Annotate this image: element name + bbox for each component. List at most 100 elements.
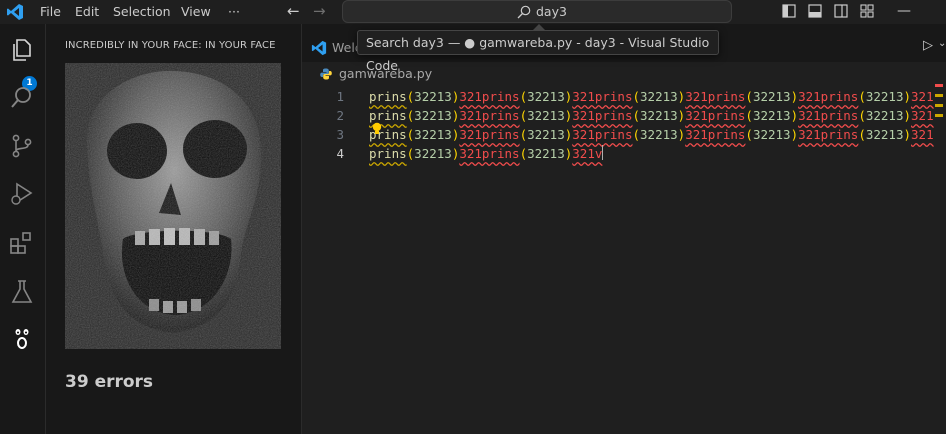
customize-layout-icon[interactable] xyxy=(860,4,874,18)
menu-selection[interactable]: Selection xyxy=(113,0,171,24)
extensions-icon[interactable] xyxy=(8,230,36,258)
code-token-paren: ( xyxy=(858,108,866,123)
code-token-number: 32213 xyxy=(414,89,452,104)
menu-view[interactable]: View xyxy=(181,0,211,24)
title-bar: File Edit Selection View ··· ← → day3 — xyxy=(0,0,946,24)
code-token-error: 321prins xyxy=(459,146,520,161)
code-token-paren: ( xyxy=(519,89,528,104)
code-token-error: 321prins xyxy=(459,89,520,104)
side-bar: INCREDIBLY IN YOUR FACE: IN YOUR FACE 39… xyxy=(46,24,302,434)
menu-edit[interactable]: Edit xyxy=(75,0,99,24)
code-token-number: 32213 xyxy=(752,127,791,142)
code-token-paren: ) xyxy=(790,127,799,142)
code-token-number: 32213 xyxy=(640,127,678,142)
code-line[interactable]: 4 prins(32213)321prins(32213)321v xyxy=(302,144,946,163)
code-line[interactable]: 3 prins(32213)321prins(32213)321prins(322… xyxy=(302,125,946,144)
search-icon xyxy=(517,5,531,19)
code-token-paren: ( xyxy=(745,108,753,123)
toggle-panel-icon[interactable] xyxy=(808,4,822,18)
line-number: 1 xyxy=(336,89,344,104)
code-token-number: 32213 xyxy=(414,108,452,123)
code-token-error: 321prins xyxy=(685,108,746,123)
source-control-icon[interactable] xyxy=(8,132,36,160)
code-token-number: 32213 xyxy=(865,89,904,104)
window-title-tooltip: Search day3 — ● gamwareba.py - day3 - Vi… xyxy=(357,30,719,73)
toggle-secondary-sidebar-icon[interactable] xyxy=(834,4,848,18)
code-token-paren: ) xyxy=(903,127,912,142)
code-token-number: 32213 xyxy=(640,108,678,123)
code-token-function: prins xyxy=(369,108,407,123)
code-line[interactable]: 1 prins(32213)321prins(32213)321prins(322… xyxy=(302,87,946,106)
code-token-paren: ( xyxy=(745,89,753,104)
code-token-paren: ( xyxy=(858,89,866,104)
code-token-paren: ( xyxy=(519,127,528,142)
code-text: prins(32213)321prins(32213)321v xyxy=(369,144,604,163)
code-token-error: 321prins xyxy=(685,127,746,142)
line-number: 3 xyxy=(336,127,344,142)
code-token-error: 321prins xyxy=(685,89,746,104)
testing-icon[interactable] xyxy=(8,278,36,306)
code-token-paren: ) xyxy=(790,108,799,123)
code-token-error: 321prins xyxy=(459,127,520,142)
code-token-paren: ( xyxy=(632,127,641,142)
code-token-number: 32213 xyxy=(752,108,791,123)
minimize-icon[interactable]: — xyxy=(897,0,911,24)
code-token-error: 321prins xyxy=(798,89,859,104)
code-token-error: 321v xyxy=(572,146,603,161)
code-text: prins(32213)321prins(32213)321prins(3221… xyxy=(369,87,934,106)
line-number: 4 xyxy=(336,146,344,161)
overview-ruler xyxy=(935,84,943,117)
back-arrow-icon[interactable]: ← xyxy=(287,2,300,20)
code-token-number: 32213 xyxy=(752,89,791,104)
code-token-error: 321prins xyxy=(572,127,633,142)
run-chevron-icon[interactable]: ⌄ xyxy=(938,38,946,49)
code-token-paren: ) xyxy=(903,108,912,123)
menu-file[interactable]: File xyxy=(40,0,61,24)
skull-image xyxy=(65,63,281,349)
code-token-number: 32213 xyxy=(527,127,565,142)
code-token-paren: ( xyxy=(858,127,866,142)
code-token-paren: ) xyxy=(903,89,912,104)
code-editor[interactable]: gamwareba.py 1prins(32213)321prins(32213… xyxy=(302,62,946,434)
code-token-paren: ) xyxy=(790,89,799,104)
code-token-error: 321prins xyxy=(572,89,633,104)
vscode-tab-icon xyxy=(311,40,327,56)
code-token-paren: ( xyxy=(745,127,753,142)
code-text: prins(32213)321prins(32213)321prins(3221… xyxy=(369,125,934,144)
explorer-icon[interactable] xyxy=(8,36,36,64)
vscode-logo-icon[interactable] xyxy=(6,3,24,21)
tab-welcome[interactable]: Welc xyxy=(302,34,362,62)
code-token-number: 32213 xyxy=(414,127,452,142)
search-icon[interactable] xyxy=(8,84,36,112)
toggle-primary-sidebar-icon[interactable] xyxy=(782,4,796,18)
code-token-error: 321 xyxy=(911,89,934,104)
code-token-error: 321 xyxy=(911,127,934,142)
command-center-search[interactable]: day3 xyxy=(342,0,732,23)
tooltip-beak xyxy=(533,24,545,30)
code-token-paren: ( xyxy=(632,89,641,104)
code-token-paren: ( xyxy=(632,108,641,123)
code-line[interactable]: 2 prins(32213)321prins(32213)321prins(322… xyxy=(302,106,946,125)
code-token-paren: ( xyxy=(519,108,528,123)
code-token-error: 321prins xyxy=(798,108,859,123)
code-token-error: 321prins xyxy=(572,108,633,123)
code-token-number: 32213 xyxy=(527,89,565,104)
code-token-number: 32213 xyxy=(414,146,452,161)
activity-bar: 1 xyxy=(0,24,46,434)
code-token-number: 32213 xyxy=(527,146,565,161)
ghost-face-icon[interactable] xyxy=(8,324,36,352)
run-debug-icon[interactable] xyxy=(8,180,36,208)
lightbulb-icon[interactable] xyxy=(371,122,383,136)
line-number: 2 xyxy=(336,108,344,123)
code-token-number: 32213 xyxy=(865,108,904,123)
code-token-number: 32213 xyxy=(527,108,565,123)
code-token-paren: ( xyxy=(519,146,528,161)
code-text: prins(32213)321prins(32213)321prins(3221… xyxy=(369,106,934,125)
code-token-function: prins xyxy=(369,89,407,104)
run-python-file-icon[interactable]: ▷ xyxy=(923,38,933,53)
code-token-number: 32213 xyxy=(640,89,678,104)
forward-arrow-icon[interactable]: → xyxy=(313,2,326,20)
menu-more[interactable]: ··· xyxy=(228,0,240,24)
code-token-function: prins xyxy=(369,146,407,161)
side-bar-title: INCREDIBLY IN YOUR FACE: IN YOUR FACE xyxy=(65,40,276,51)
